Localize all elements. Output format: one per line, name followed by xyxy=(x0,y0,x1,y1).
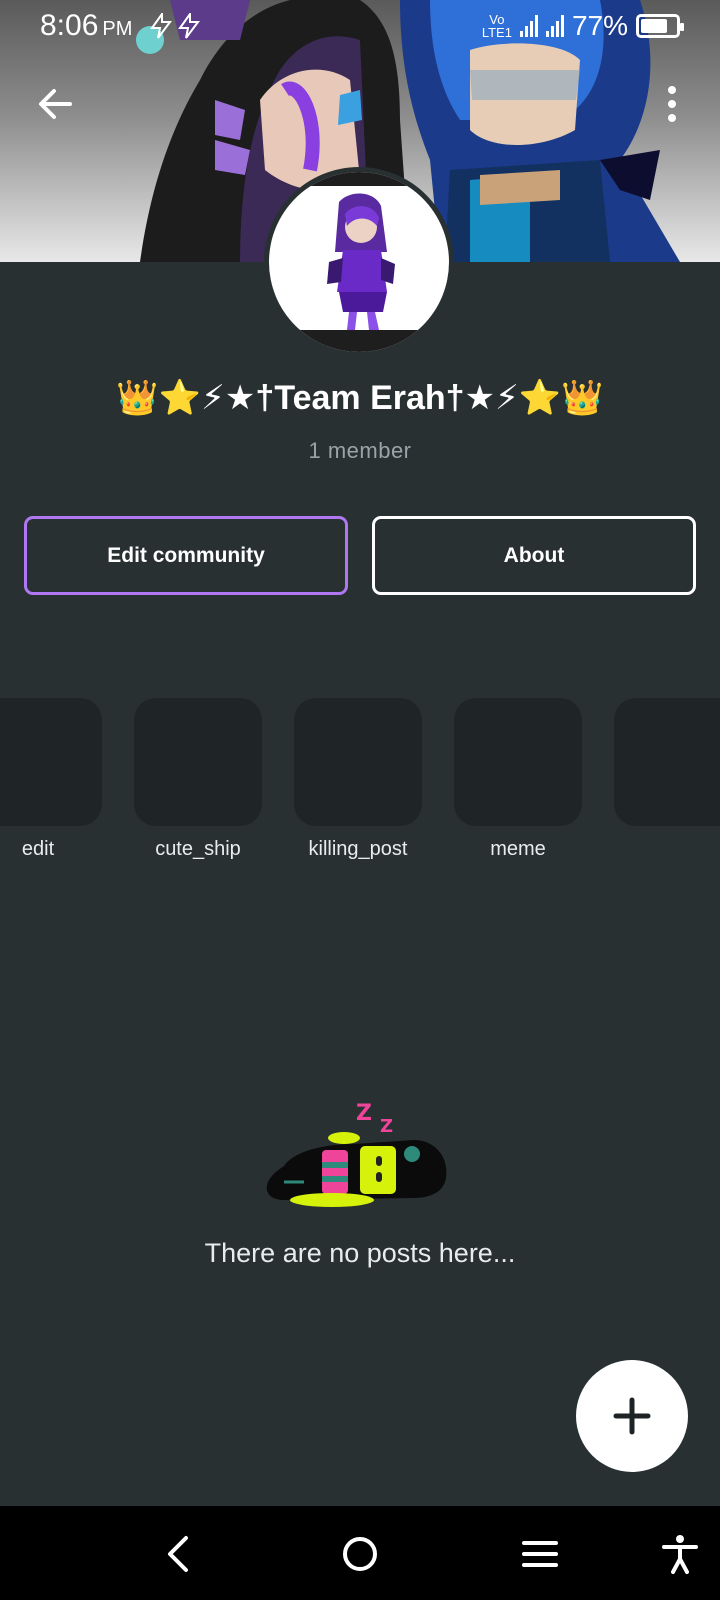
more-vertical-icon xyxy=(668,86,676,122)
nav-menu-button[interactable] xyxy=(518,1532,562,1576)
battery-percent: 77% xyxy=(571,10,628,41)
category-item[interactable]: meme xyxy=(454,698,582,860)
sleeping-creature-icon: Z Z xyxy=(266,1101,447,1207)
signal-icon xyxy=(519,15,538,37)
svg-text:Z: Z xyxy=(356,1101,372,1126)
category-item[interactable]: cute_ship xyxy=(134,698,262,860)
network-type: Vo LTE1 xyxy=(481,12,512,40)
category-tile xyxy=(614,698,720,826)
about-button[interactable]: About xyxy=(372,516,696,595)
accessibility-button[interactable] xyxy=(658,1532,702,1576)
status-bar: 8:06 PM Vo LTE1 77% xyxy=(0,0,720,52)
system-navigation-bar xyxy=(0,1506,720,1600)
accessibility-icon xyxy=(662,1535,698,1574)
create-post-button[interactable] xyxy=(576,1360,688,1472)
category-item[interactable]: killing_post xyxy=(294,698,422,860)
status-time: 8:06 PM xyxy=(40,9,133,42)
member-count[interactable]: 1 member xyxy=(0,438,720,464)
category-tile xyxy=(454,698,582,826)
empty-state-message: There are no posts here... xyxy=(204,1238,516,1268)
status-indicators: Vo LTE1 77% xyxy=(481,10,684,42)
nav-back-button[interactable] xyxy=(158,1532,202,1576)
category-item[interactable]: edit xyxy=(0,698,102,860)
plus-icon xyxy=(613,1397,651,1435)
back-button[interactable] xyxy=(36,84,76,124)
sleeping-illustration: Z Z xyxy=(264,1096,454,1216)
category-tile xyxy=(294,698,422,826)
flash-icon xyxy=(178,13,201,39)
nav-menu-icon xyxy=(522,1541,558,1567)
category-item[interactable]: team_erica xyxy=(614,698,720,826)
notification-icons xyxy=(148,13,202,39)
avatar-image xyxy=(269,172,449,352)
community-title: 👑⭐⚡★†Team Erah†★⚡⭐👑 xyxy=(116,379,604,417)
category-label: meme xyxy=(490,838,546,860)
edit-community-button[interactable]: Edit community xyxy=(24,516,348,595)
nav-home-button[interactable] xyxy=(338,1532,382,1576)
nav-home-icon xyxy=(343,1537,377,1571)
category-tile xyxy=(0,698,102,826)
battery-icon xyxy=(636,14,684,38)
svg-text:Z: Z xyxy=(380,1116,393,1137)
signal-icon xyxy=(545,15,564,37)
community-avatar[interactable] xyxy=(264,167,454,357)
more-options-button[interactable] xyxy=(656,84,688,124)
category-tile xyxy=(134,698,262,826)
avatar-artwork xyxy=(269,172,449,352)
nav-back-icon xyxy=(168,1536,188,1572)
arrow-left-icon xyxy=(39,89,72,119)
flash-icon xyxy=(150,13,173,39)
